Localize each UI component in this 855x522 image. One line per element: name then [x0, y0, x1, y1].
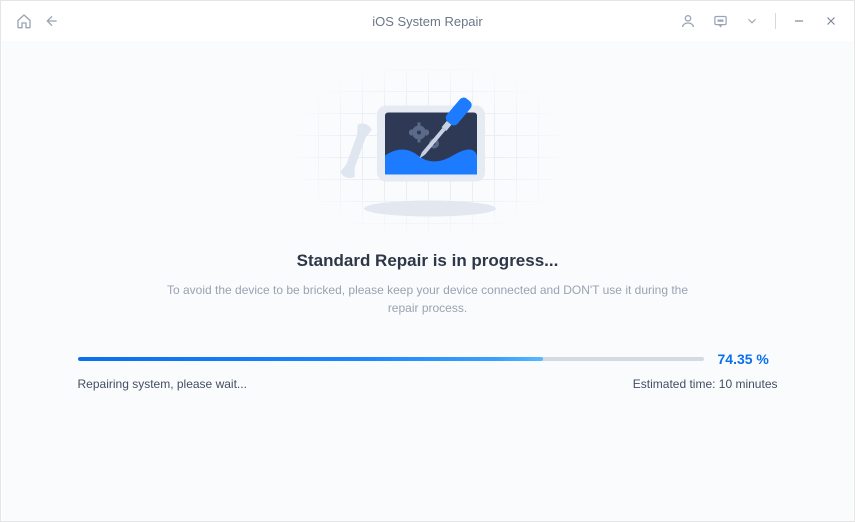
window-title: iOS System Repair: [372, 14, 483, 29]
chevron-down-icon[interactable]: [743, 12, 761, 30]
main-heading: Standard Repair is in progress...: [297, 251, 559, 271]
titlebar: iOS System Repair: [1, 1, 854, 41]
chat-icon[interactable]: [711, 12, 729, 30]
progress-status-text: Repairing system, please wait...: [78, 377, 247, 391]
progress-eta-text: Estimated time: 10 minutes: [633, 377, 778, 391]
progress-percent: 74.35 %: [718, 351, 778, 367]
progress-bar: [78, 357, 704, 361]
close-icon[interactable]: [822, 12, 840, 30]
repair-illustration: [298, 69, 558, 233]
user-icon[interactable]: [679, 12, 697, 30]
titlebar-separator: [775, 13, 776, 29]
home-icon[interactable]: [15, 12, 33, 30]
titlebar-left: [15, 12, 61, 30]
main-content: Standard Repair is in progress... To avo…: [2, 41, 853, 521]
back-icon[interactable]: [43, 12, 61, 30]
progress-meta: Repairing system, please wait... Estimat…: [78, 377, 778, 391]
titlebar-right: [679, 12, 840, 30]
minimize-icon[interactable]: [790, 12, 808, 30]
progress-fill: [78, 357, 543, 361]
progress-row: 74.35 %: [78, 351, 778, 367]
main-subtext: To avoid the device to be bricked, pleas…: [158, 281, 698, 317]
